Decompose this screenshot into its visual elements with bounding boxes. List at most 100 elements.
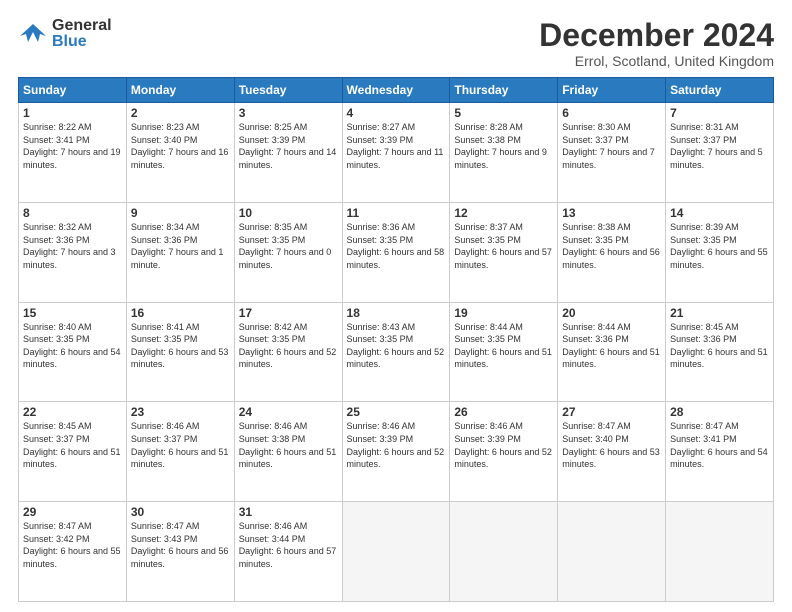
day-info: Sunrise: 8:32 AMSunset: 3:36 PMDaylight:… — [23, 222, 116, 270]
calendar-day-cell: 12 Sunrise: 8:37 AMSunset: 3:35 PMDayligh… — [450, 202, 558, 302]
day-number: 4 — [347, 106, 446, 120]
day-number: 7 — [670, 106, 769, 120]
calendar-week-row: 22 Sunrise: 8:45 AMSunset: 3:37 PMDayligh… — [19, 402, 774, 502]
day-number: 3 — [239, 106, 338, 120]
day-number: 20 — [562, 306, 661, 320]
calendar-day-cell: 13 Sunrise: 8:38 AMSunset: 3:35 PMDayligh… — [558, 202, 666, 302]
day-info: Sunrise: 8:46 AMSunset: 3:37 PMDaylight:… — [131, 421, 229, 469]
day-info: Sunrise: 8:36 AMSunset: 3:35 PMDaylight:… — [347, 222, 445, 270]
calendar-day-cell: 1 Sunrise: 8:22 AMSunset: 3:41 PMDaylight… — [19, 103, 127, 203]
day-number: 10 — [239, 206, 338, 220]
calendar-day-cell — [666, 502, 774, 602]
calendar-day-cell: 25 Sunrise: 8:46 AMSunset: 3:39 PMDayligh… — [342, 402, 450, 502]
calendar-day-cell: 7Sunrise: 8:31 AMSunset: 3:37 PMDaylight… — [666, 103, 774, 203]
day-number: 21 — [670, 306, 769, 320]
weekday-header: Thursday — [450, 78, 558, 103]
calendar-day-cell: 3 Sunrise: 8:25 AMSunset: 3:39 PMDaylight… — [234, 103, 342, 203]
day-number: 6 — [562, 106, 661, 120]
day-info: Sunrise: 8:44 AMSunset: 3:36 PMDaylight:… — [562, 322, 660, 370]
day-number: 15 — [23, 306, 122, 320]
day-info: Sunrise: 8:47 AMSunset: 3:42 PMDaylight:… — [23, 521, 121, 569]
day-info: Sunrise: 8:45 AMSunset: 3:37 PMDaylight:… — [23, 421, 121, 469]
day-info: Sunrise: 8:47 AMSunset: 3:41 PMDaylight:… — [670, 421, 768, 469]
weekday-header: Saturday — [666, 78, 774, 103]
header: General Blue December 2024 Errol, Scotla… — [18, 18, 774, 69]
day-number: 13 — [562, 206, 661, 220]
calendar-day-cell: 9 Sunrise: 8:34 AMSunset: 3:36 PMDaylight… — [126, 202, 234, 302]
calendar-day-cell: 31 Sunrise: 8:46 AMSunset: 3:44 PMDayligh… — [234, 502, 342, 602]
day-info: Sunrise: 8:42 AMSunset: 3:35 PMDaylight:… — [239, 322, 337, 370]
calendar-day-cell: 23Sunrise: 8:46 AMSunset: 3:37 PMDayligh… — [126, 402, 234, 502]
calendar-day-cell: 30Sunrise: 8:47 AMSunset: 3:43 PMDayligh… — [126, 502, 234, 602]
calendar-day-cell: 14 Sunrise: 8:39 AMSunset: 3:35 PMDayligh… — [666, 202, 774, 302]
day-number: 18 — [347, 306, 446, 320]
day-number: 9 — [131, 206, 230, 220]
weekday-header: Sunday — [19, 78, 127, 103]
calendar-day-cell — [342, 502, 450, 602]
day-info: Sunrise: 8:37 AMSunset: 3:35 PMDaylight:… — [454, 222, 552, 270]
day-info: Sunrise: 8:45 AMSunset: 3:36 PMDaylight:… — [670, 322, 768, 370]
calendar-day-cell: 11 Sunrise: 8:36 AMSunset: 3:35 PMDayligh… — [342, 202, 450, 302]
day-info: Sunrise: 8:46 AMSunset: 3:39 PMDaylight:… — [347, 421, 445, 469]
calendar-table: SundayMondayTuesdayWednesdayThursdayFrid… — [18, 77, 774, 602]
day-info: Sunrise: 8:25 AMSunset: 3:39 PMDaylight:… — [239, 122, 337, 170]
calendar-day-cell: 8 Sunrise: 8:32 AMSunset: 3:36 PMDaylight… — [19, 202, 127, 302]
day-info: Sunrise: 8:23 AMSunset: 3:40 PMDaylight:… — [131, 122, 229, 170]
day-number: 19 — [454, 306, 553, 320]
day-number: 5 — [454, 106, 553, 120]
calendar-day-cell: 5 Sunrise: 8:28 AMSunset: 3:38 PMDaylight… — [450, 103, 558, 203]
title-block: December 2024 Errol, Scotland, United Ki… — [539, 18, 774, 69]
calendar-day-cell: 17Sunrise: 8:42 AMSunset: 3:35 PMDayligh… — [234, 302, 342, 402]
logo-icon — [18, 22, 48, 46]
day-number: 28 — [670, 405, 769, 419]
day-info: Sunrise: 8:46 AMSunset: 3:38 PMDaylight:… — [239, 421, 337, 469]
day-info: Sunrise: 8:30 AMSunset: 3:37 PMDaylight:… — [562, 122, 655, 170]
calendar-week-row: 1 Sunrise: 8:22 AMSunset: 3:41 PMDaylight… — [19, 103, 774, 203]
day-number: 22 — [23, 405, 122, 419]
day-number: 11 — [347, 206, 446, 220]
day-number: 8 — [23, 206, 122, 220]
day-number: 26 — [454, 405, 553, 419]
day-info: Sunrise: 8:28 AMSunset: 3:38 PMDaylight:… — [454, 122, 547, 170]
calendar-day-cell: 26 Sunrise: 8:46 AMSunset: 3:39 PMDayligh… — [450, 402, 558, 502]
calendar-day-cell: 19Sunrise: 8:44 AMSunset: 3:35 PMDayligh… — [450, 302, 558, 402]
day-number: 31 — [239, 505, 338, 519]
month-title: December 2024 — [539, 18, 774, 53]
day-info: Sunrise: 8:22 AMSunset: 3:41 PMDaylight:… — [23, 122, 121, 170]
calendar-week-row: 15 Sunrise: 8:40 AMSunset: 3:35 PMDayligh… — [19, 302, 774, 402]
calendar-day-cell — [558, 502, 666, 602]
weekday-header: Wednesday — [342, 78, 450, 103]
day-number: 29 — [23, 505, 122, 519]
calendar-week-row: 8 Sunrise: 8:32 AMSunset: 3:36 PMDaylight… — [19, 202, 774, 302]
day-number: 24 — [239, 405, 338, 419]
day-number: 25 — [347, 405, 446, 419]
day-info: Sunrise: 8:39 AMSunset: 3:35 PMDaylight:… — [670, 222, 768, 270]
day-number: 1 — [23, 106, 122, 120]
day-number: 14 — [670, 206, 769, 220]
logo: General Blue — [18, 18, 112, 50]
day-info: Sunrise: 8:27 AMSunset: 3:39 PMDaylight:… — [347, 122, 444, 170]
day-info: Sunrise: 8:47 AMSunset: 3:40 PMDaylight:… — [562, 421, 660, 469]
day-info: Sunrise: 8:43 AMSunset: 3:35 PMDaylight:… — [347, 322, 445, 370]
weekday-header: Friday — [558, 78, 666, 103]
weekday-header-row: SundayMondayTuesdayWednesdayThursdayFrid… — [19, 78, 774, 103]
calendar-day-cell: 4 Sunrise: 8:27 AMSunset: 3:39 PMDaylight… — [342, 103, 450, 203]
calendar-week-row: 29 Sunrise: 8:47 AMSunset: 3:42 PMDayligh… — [19, 502, 774, 602]
logo-name: General Blue — [52, 18, 112, 50]
day-info: Sunrise: 8:38 AMSunset: 3:35 PMDaylight:… — [562, 222, 660, 270]
day-number: 12 — [454, 206, 553, 220]
day-info: Sunrise: 8:40 AMSunset: 3:35 PMDaylight:… — [23, 322, 121, 370]
calendar-day-cell: 16 Sunrise: 8:41 AMSunset: 3:35 PMDayligh… — [126, 302, 234, 402]
day-info: Sunrise: 8:34 AMSunset: 3:36 PMDaylight:… — [131, 222, 224, 270]
day-number: 16 — [131, 306, 230, 320]
calendar-day-cell: 29 Sunrise: 8:47 AMSunset: 3:42 PMDayligh… — [19, 502, 127, 602]
day-info: Sunrise: 8:41 AMSunset: 3:35 PMDaylight:… — [131, 322, 229, 370]
day-info: Sunrise: 8:46 AMSunset: 3:39 PMDaylight:… — [454, 421, 552, 469]
day-info: Sunrise: 8:46 AMSunset: 3:44 PMDaylight:… — [239, 521, 337, 569]
logo-general: General — [52, 18, 112, 34]
calendar-day-cell: 28 Sunrise: 8:47 AMSunset: 3:41 PMDayligh… — [666, 402, 774, 502]
day-info: Sunrise: 8:47 AMSunset: 3:43 PMDaylight:… — [131, 521, 229, 569]
calendar-day-cell — [450, 502, 558, 602]
day-info: Sunrise: 8:35 AMSunset: 3:35 PMDaylight:… — [239, 222, 332, 270]
logo-blue: Blue — [52, 34, 112, 50]
